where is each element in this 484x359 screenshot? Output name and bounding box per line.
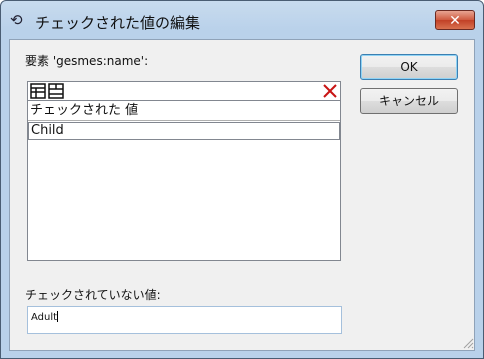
append-row-icon[interactable] bbox=[48, 83, 64, 99]
unchecked-value-input[interactable]: Adult bbox=[27, 306, 342, 334]
element-label: 要素 'gesmes:name': bbox=[25, 54, 149, 68]
list-item[interactable]: Child bbox=[28, 122, 340, 140]
delete-row-icon[interactable] bbox=[322, 83, 338, 99]
app-icon: ⟲ bbox=[10, 11, 23, 29]
dialog-title: チェックされた値の編集 bbox=[35, 14, 201, 32]
checked-values-list[interactable]: チェックされた 値 Child bbox=[27, 81, 341, 261]
dialog-body: 要素 'gesmes:name': チェックされた 値 Child チェックされ… bbox=[9, 39, 475, 351]
checked-values-header: チェックされた 値 bbox=[28, 101, 340, 121]
unchecked-value-text: Adult bbox=[31, 312, 58, 323]
insert-row-icon[interactable] bbox=[30, 83, 46, 99]
title-bar: ⟲ チェックされた値の編集 ✕ bbox=[1, 1, 483, 39]
close-button[interactable]: ✕ bbox=[435, 10, 475, 30]
unchecked-label: チェックされていない値: bbox=[25, 288, 161, 302]
dialog-window: ⟲ チェックされた値の編集 ✕ 要素 'gesmes:name': チェックされ… bbox=[0, 0, 484, 359]
list-toolbar bbox=[28, 82, 340, 101]
text-caret bbox=[57, 311, 59, 322]
cancel-button[interactable]: キャンセル bbox=[360, 88, 458, 114]
ok-button[interactable]: OK bbox=[360, 54, 458, 80]
resize-grip-icon[interactable] bbox=[462, 337, 474, 349]
